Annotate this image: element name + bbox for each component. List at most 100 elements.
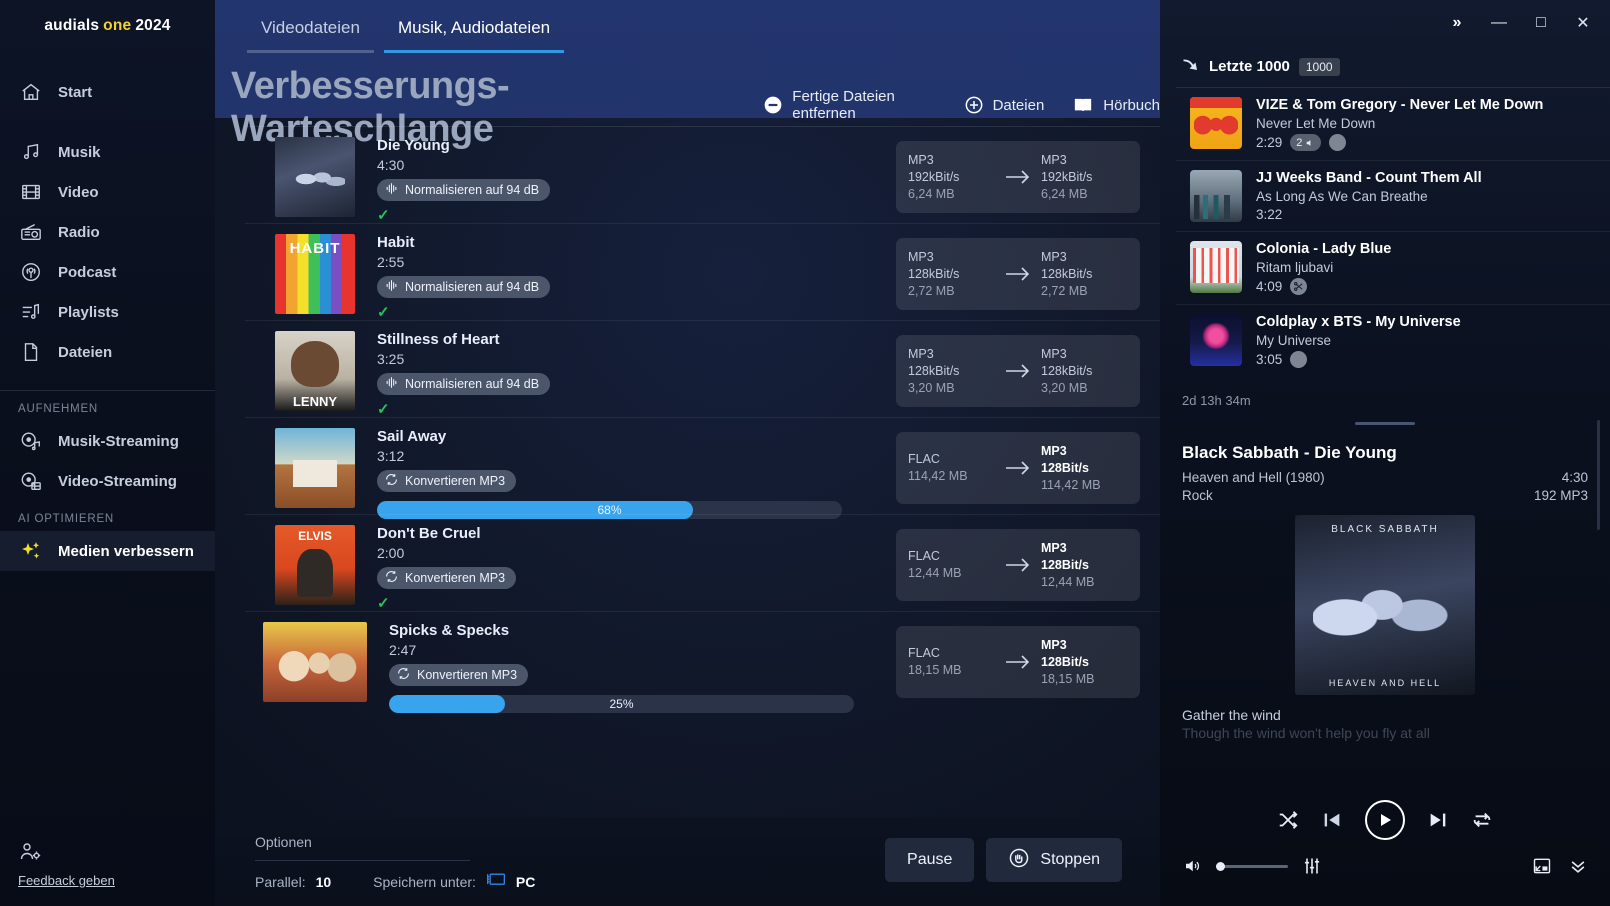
album-cover bbox=[275, 331, 355, 411]
sidebar-item-dateien[interactable]: Dateien bbox=[0, 332, 215, 372]
task-chip[interactable]: Normalisieren auf 94 dB bbox=[377, 179, 551, 201]
task-chip[interactable]: Normalisieren auf 94 dB bbox=[377, 276, 551, 298]
mini-player-icon[interactable] bbox=[1532, 856, 1552, 876]
shuffle-icon[interactable] bbox=[1277, 809, 1299, 831]
track-info-row: 3:05 bbox=[1256, 351, 1461, 368]
audiobook-button[interactable]: Hörbuch bbox=[1072, 95, 1160, 115]
task-chip[interactable]: Konvertieren MP3 bbox=[389, 664, 529, 686]
sidebar-item-label: Dateien bbox=[58, 343, 113, 361]
sidebar: audials one 2024 Start Musik Video Radio… bbox=[0, 0, 215, 906]
target-size: 18,15 MB bbox=[1041, 671, 1095, 686]
list-item[interactable]: JJ Weeks Band - Count Them All As Long A… bbox=[1176, 160, 1610, 231]
film-icon bbox=[18, 179, 44, 205]
list-item[interactable]: VIZE & Tom Gregory - Never Let Me Down N… bbox=[1176, 87, 1610, 160]
sidebar-item-musik-streaming[interactable]: Musik-Streaming bbox=[0, 421, 215, 461]
sidebar-item-label: Podcast bbox=[58, 263, 117, 281]
stop-button[interactable]: Stoppen bbox=[986, 838, 1122, 882]
volume-knob[interactable] bbox=[1216, 861, 1225, 871]
chevron-double-down-icon[interactable] bbox=[1568, 856, 1588, 876]
audiobook-label: Hörbuch bbox=[1103, 96, 1160, 114]
maximize-button[interactable]: □ bbox=[1520, 3, 1562, 43]
task-chip[interactable]: Konvertieren MP3 bbox=[377, 470, 517, 492]
task-chip[interactable]: Konvertieren MP3 bbox=[377, 567, 517, 589]
sidebar-item-label: Playlists bbox=[58, 303, 119, 321]
track-cover bbox=[1190, 241, 1242, 293]
list-item[interactable]: Coldplay x BTS - My Universe My Universe… bbox=[1176, 304, 1610, 377]
arrow-right-icon bbox=[1001, 264, 1035, 284]
pause-button[interactable]: Pause bbox=[885, 838, 975, 882]
close-button[interactable]: ✕ bbox=[1562, 3, 1604, 43]
volume-icon[interactable] bbox=[1182, 857, 1202, 875]
scrollbar-thumb[interactable] bbox=[1597, 420, 1600, 530]
expand-panel-button[interactable]: » bbox=[1436, 3, 1478, 43]
save-location-value[interactable]: PC bbox=[516, 874, 535, 890]
row-meta: Habit 2:55 Normalisieren auf 94 dB ✓ bbox=[377, 234, 896, 321]
main-content: Videodateien Musik, Audiodateien Verbess… bbox=[215, 0, 1160, 906]
format-conversion-box: MP3 192kBit/s 6,24 MB MP3 192kBit/s 6,24… bbox=[896, 141, 1140, 213]
tab-musik-audiodateien[interactable]: Musik, Audiodateien bbox=[383, 10, 565, 53]
album-cover bbox=[263, 622, 367, 702]
track-album: As Long As We Can Breathe bbox=[1256, 189, 1428, 204]
sidebar-item-radio[interactable]: Radio bbox=[0, 212, 215, 252]
remove-finished-files-button[interactable]: Fertige Dateien entfernen bbox=[763, 88, 935, 122]
source-size: 6,24 MB bbox=[908, 186, 955, 201]
recent-count-badge: 1000 bbox=[1298, 57, 1340, 76]
source-size: 114,42 MB bbox=[908, 469, 968, 483]
source-format: MP3 192kBit/s 6,24 MB bbox=[908, 152, 995, 203]
target-format: MP3 128Bit/s 12,44 MB bbox=[1041, 540, 1128, 591]
track-album: Ritam ljubavi bbox=[1256, 260, 1334, 275]
recent-header[interactable]: Letzte 1000 1000 bbox=[1160, 46, 1610, 87]
previous-icon[interactable] bbox=[1321, 809, 1343, 831]
recent-track-list: VIZE & Tom Gregory - Never Let Me Down N… bbox=[1160, 87, 1610, 377]
source-format: MP3 128kBit/s 3,20 MB bbox=[908, 346, 995, 397]
minimize-button[interactable]: — bbox=[1478, 3, 1520, 43]
track-info-row: 4:09 bbox=[1256, 278, 1391, 295]
target-bitrate: 128Bit/s bbox=[1041, 460, 1089, 475]
sidebar-item-video[interactable]: Video bbox=[0, 172, 215, 212]
app-logo: audials one 2024 bbox=[0, 0, 215, 52]
track-info-row: 3:22 bbox=[1256, 207, 1482, 222]
table-row[interactable]: Spicks & Specks 2:47 Konvertieren MP3 25… bbox=[245, 611, 1160, 713]
sidebar-item-start[interactable]: Start bbox=[0, 72, 215, 112]
sidebar-item-musik[interactable]: Musik bbox=[0, 132, 215, 172]
parallel-label: Parallel: bbox=[255, 873, 306, 890]
similar-count-badge[interactable]: 2 bbox=[1290, 134, 1322, 151]
feedback-link[interactable]: Feedback geben bbox=[18, 873, 115, 888]
add-files-button[interactable]: Dateien bbox=[964, 95, 1044, 115]
format-conversion-box: FLAC 12,44 MB MP3 128Bit/s 12,44 MB bbox=[896, 529, 1140, 601]
list-item[interactable]: Colonia - Lady Blue Ritam ljubavi 4:09 bbox=[1176, 231, 1610, 304]
row-meta: Don't Be Cruel 2:00 Konvertieren MP3 ✓ bbox=[377, 525, 896, 612]
volume-slider[interactable] bbox=[1216, 861, 1288, 871]
format-conversion-box: FLAC 114,42 MB MP3 128Bit/s 114,42 MB bbox=[896, 432, 1140, 504]
cut-icon[interactable] bbox=[1290, 278, 1308, 295]
format-conversion-box: MP3 128kBit/s 2,72 MB MP3 128kBit/s 2,72… bbox=[896, 238, 1140, 310]
play-icon[interactable] bbox=[1365, 800, 1405, 840]
task-chip[interactable]: Normalisieren auf 94 dB bbox=[377, 373, 551, 395]
sidebar-item-playlists[interactable]: Playlists bbox=[0, 292, 215, 332]
table-row[interactable]: Habit 2:55 Normalisieren auf 94 dB ✓ MP3… bbox=[245, 223, 1160, 321]
task-label: Konvertieren MP3 bbox=[417, 668, 518, 682]
table-row[interactable]: Die Young 4:30 Normalisieren auf 94 dB ✓… bbox=[245, 126, 1160, 224]
target-format: MP3 128kBit/s 2,72 MB bbox=[1041, 249, 1128, 300]
parallel-value[interactable]: 10 bbox=[316, 874, 332, 890]
equalizer-icon[interactable] bbox=[1302, 856, 1322, 876]
sidebar-item-video-streaming[interactable]: Video-Streaming bbox=[0, 461, 215, 501]
sidebar-item-podcast[interactable]: Podcast bbox=[0, 252, 215, 292]
feedback-section[interactable]: Feedback geben bbox=[18, 840, 115, 888]
table-row[interactable]: Don't Be Cruel 2:00 Konvertieren MP3 ✓ F… bbox=[245, 514, 1160, 612]
table-row[interactable]: Stillness of Heart 3:25 Normalisieren au… bbox=[245, 320, 1160, 418]
track-duration: 3:22 bbox=[1256, 207, 1283, 222]
quality-circle-icon bbox=[1290, 351, 1308, 368]
now-playing-cover[interactable]: BLACK SABBATH HEAVEN AND HELL bbox=[1295, 515, 1475, 695]
row-meta: Spicks & Specks 2:47 Konvertieren MP3 25… bbox=[389, 622, 896, 713]
table-row[interactable]: Sail Away 3:12 Konvertieren MP3 68% FLAC… bbox=[245, 417, 1160, 519]
track-duration: 4:09 bbox=[1256, 279, 1283, 294]
repeat-icon[interactable] bbox=[1471, 809, 1493, 831]
now-playing-genre: Rock bbox=[1182, 488, 1213, 503]
next-icon[interactable] bbox=[1427, 809, 1449, 831]
track-name: JJ Weeks Band - Count Them All bbox=[1256, 170, 1482, 186]
improvement-queue-list: Die Young 4:30 Normalisieren auf 94 dB ✓… bbox=[215, 126, 1160, 818]
tab-videodateien[interactable]: Videodateien bbox=[247, 10, 374, 53]
sidebar-item-medien-verbessern[interactable]: Medien verbessern bbox=[0, 531, 215, 571]
source-format: FLAC 18,15 MB bbox=[908, 645, 995, 679]
